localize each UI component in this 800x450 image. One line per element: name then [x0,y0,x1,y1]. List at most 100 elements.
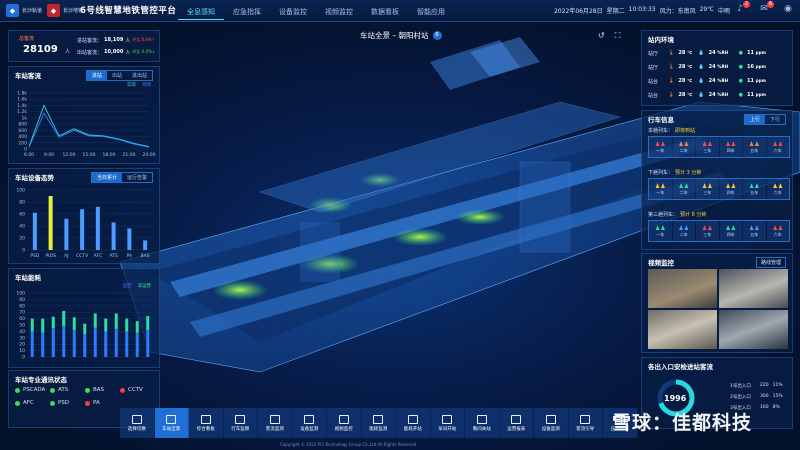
person-icon: ♟♟ [701,224,713,232]
nav-device[interactable]: 设备监控 [270,5,316,20]
humidity-icon: 💧 [698,64,705,70]
user-icon[interactable]: ◉ [782,3,794,15]
train-car: ♟♟ 一车 [649,179,672,199]
route-manage-button[interactable]: 路线管理 [755,257,786,268]
toolbar-label: 行车监察 [231,426,250,432]
temp-value: 28 ℃ [678,64,693,70]
toolbar-item-11[interactable]: 运营报表 [499,408,534,438]
toolbar-icon [338,414,349,424]
car-label: 二车 [679,147,688,153]
car-label: 一车 [656,189,665,195]
toolbar-label: 晚间关站 [472,426,491,432]
train-car: ♟♟ 六车 [766,179,789,199]
train-block: 第三趟列车： 预计 8 分钟 ♟♟ 一车 ♟♟ 二车 ♟♟ 三车 ♟♟ 四车 ♟♟ 五车 ♟♟ 六车 [648,211,790,251]
comm-label: ATS [58,387,69,393]
temp-value: 28 ℃ [678,78,693,84]
in-value: 18,109 [104,37,124,43]
video-panel: 视频监控 路线管理 [641,253,793,353]
car-label: 五车 [750,231,759,237]
toolbar-item-10[interactable]: 晚间关站 [465,408,500,438]
humidity-icon: 💧 [698,92,705,98]
nav-emergency[interactable]: 应急指挥 [224,5,270,20]
bar-AJ [64,218,69,250]
nav-apps[interactable]: 智能应用 [408,5,454,20]
comm-status-title: 车站专业通讯状态 [15,376,67,384]
bar-op-0 [30,331,34,357]
tab-inout[interactable]: 进出站 [127,71,152,80]
video-feed-3[interactable] [648,310,717,349]
bell-icon[interactable]: ♪ 2 [734,1,750,15]
video-feed-1[interactable] [648,269,717,308]
train-head: 本趟列车： 即将到站 [648,127,790,136]
wind: 风力：东南风 [659,8,696,15]
y-tick-label: 80 [19,303,25,309]
car-label: 三车 [703,231,712,237]
toolbar-item-1[interactable]: 车站全景 [154,408,189,438]
bar-AFC [95,206,100,250]
comm-status-item: CCTV [120,387,155,393]
person-icon: ♟♟ [772,224,784,232]
person-icon: ♟♟ [654,140,666,148]
fullscreen-icon[interactable]: ⛶ [615,31,621,41]
y-tick-label: 1k [22,115,28,121]
person-icon: ♟♟ [678,140,690,148]
train-block: 本趟列车： 即将到站 ♟♟ 一车 ♟♟ 二车 ♟♟ 三车 ♟♟ 四车 ♟♟ 五车 ♟♟ 六车 [648,127,790,167]
out-value: 10,000 [104,49,124,55]
temp-value: 28 ℃ [678,50,693,56]
gate-pct: 8% [772,405,780,410]
toolbar-item-9[interactable]: 早间开站 [430,408,465,438]
bar-nonop-3 [62,310,66,327]
tab-daily[interactable]: 当日累计 [91,173,122,182]
gate-name: 2号出入口 [730,394,751,400]
toolbar-item-13[interactable]: 客流引导 [568,408,603,438]
message-badge: 6 [767,1,774,8]
flow-tabs: 进站 出站 进出站 [85,70,153,81]
thermometer-icon: 🌡 [668,50,675,56]
y-tick-label: 0 [24,147,27,153]
y-tick-label: 1.8k [17,91,27,97]
tab-in[interactable]: 进站 [86,71,107,80]
tab-out[interactable]: 出站 [107,71,127,80]
bar-op-2 [51,328,55,357]
message-icon[interactable]: ✉ 6 [758,1,774,15]
toolbar-item-4[interactable]: 客流监测 [258,408,293,438]
time: 10:03:33 [628,6,656,13]
nav-video[interactable]: 视频监控 [316,5,362,20]
toolbar-item-7[interactable]: 能耗监测 [361,408,396,438]
gate-total: 1996 [664,394,687,403]
y-tick-label: 80 [19,200,25,206]
tab-alarm[interactable]: 运行告警 [122,173,152,182]
thermometer-icon: 🌡 [668,92,675,98]
video-feed-2[interactable] [719,269,788,308]
status-dot [15,387,20,393]
x-tick-label: ATS [109,253,117,259]
toolbar-item-3[interactable]: 行车监察 [223,408,258,438]
y-tick-label: 400 [18,134,27,140]
x-tick-label: PSD [30,253,40,259]
toolbar-item-6[interactable]: 视频监控 [327,408,362,438]
train-car: ♟♟ 二车 [672,179,695,199]
train-rows: 本趟列车： 即将到站 ♟♟ 一车 ♟♟ 二车 ♟♟ 三车 ♟♟ 四车 ♟♟ 五车 ♟♟ 六车 下趟列车： 预计… [648,127,790,253]
car-label: 二车 [679,231,688,237]
status-dot [120,387,125,393]
pm-icon: ● [738,92,743,98]
person-icon: ♟♟ [772,140,784,148]
tab-up[interactable]: 上行 [744,115,765,124]
reset-view-icon[interactable]: ↺ [598,31,605,41]
toolbar-icon [304,414,315,424]
video-feed-4[interactable] [719,310,788,349]
nav-holographic[interactable]: 全息感知 [178,5,224,20]
toolbar-item-12[interactable]: 设备监测 [534,408,569,438]
toolbar-item-2[interactable]: 综合看板 [189,408,224,438]
toolbar-item-8[interactable]: 能耗开站 [396,408,431,438]
toolbar-item-0[interactable]: 选择切换 [120,408,155,438]
train-car: ♟♟ 二车 [672,137,695,157]
nav-dashboard[interactable]: 数据看板 [362,5,408,20]
toolbar-item-5[interactable]: 设备监测 [292,408,327,438]
thermometer-icon: 🌡 [668,64,675,70]
person-icon: ♟♟ [701,140,713,148]
train-block: 下趟列车： 预计 3 分钟 ♟♟ 一车 ♟♟ 二车 ♟♟ 三车 ♟♟ 四车 ♟♟ 五车 ♟♟ 六车 [648,169,790,209]
date: 2022年06月28日 [554,8,603,15]
tab-down[interactable]: 下行 [765,115,785,124]
gate-count: 220 [760,383,769,388]
